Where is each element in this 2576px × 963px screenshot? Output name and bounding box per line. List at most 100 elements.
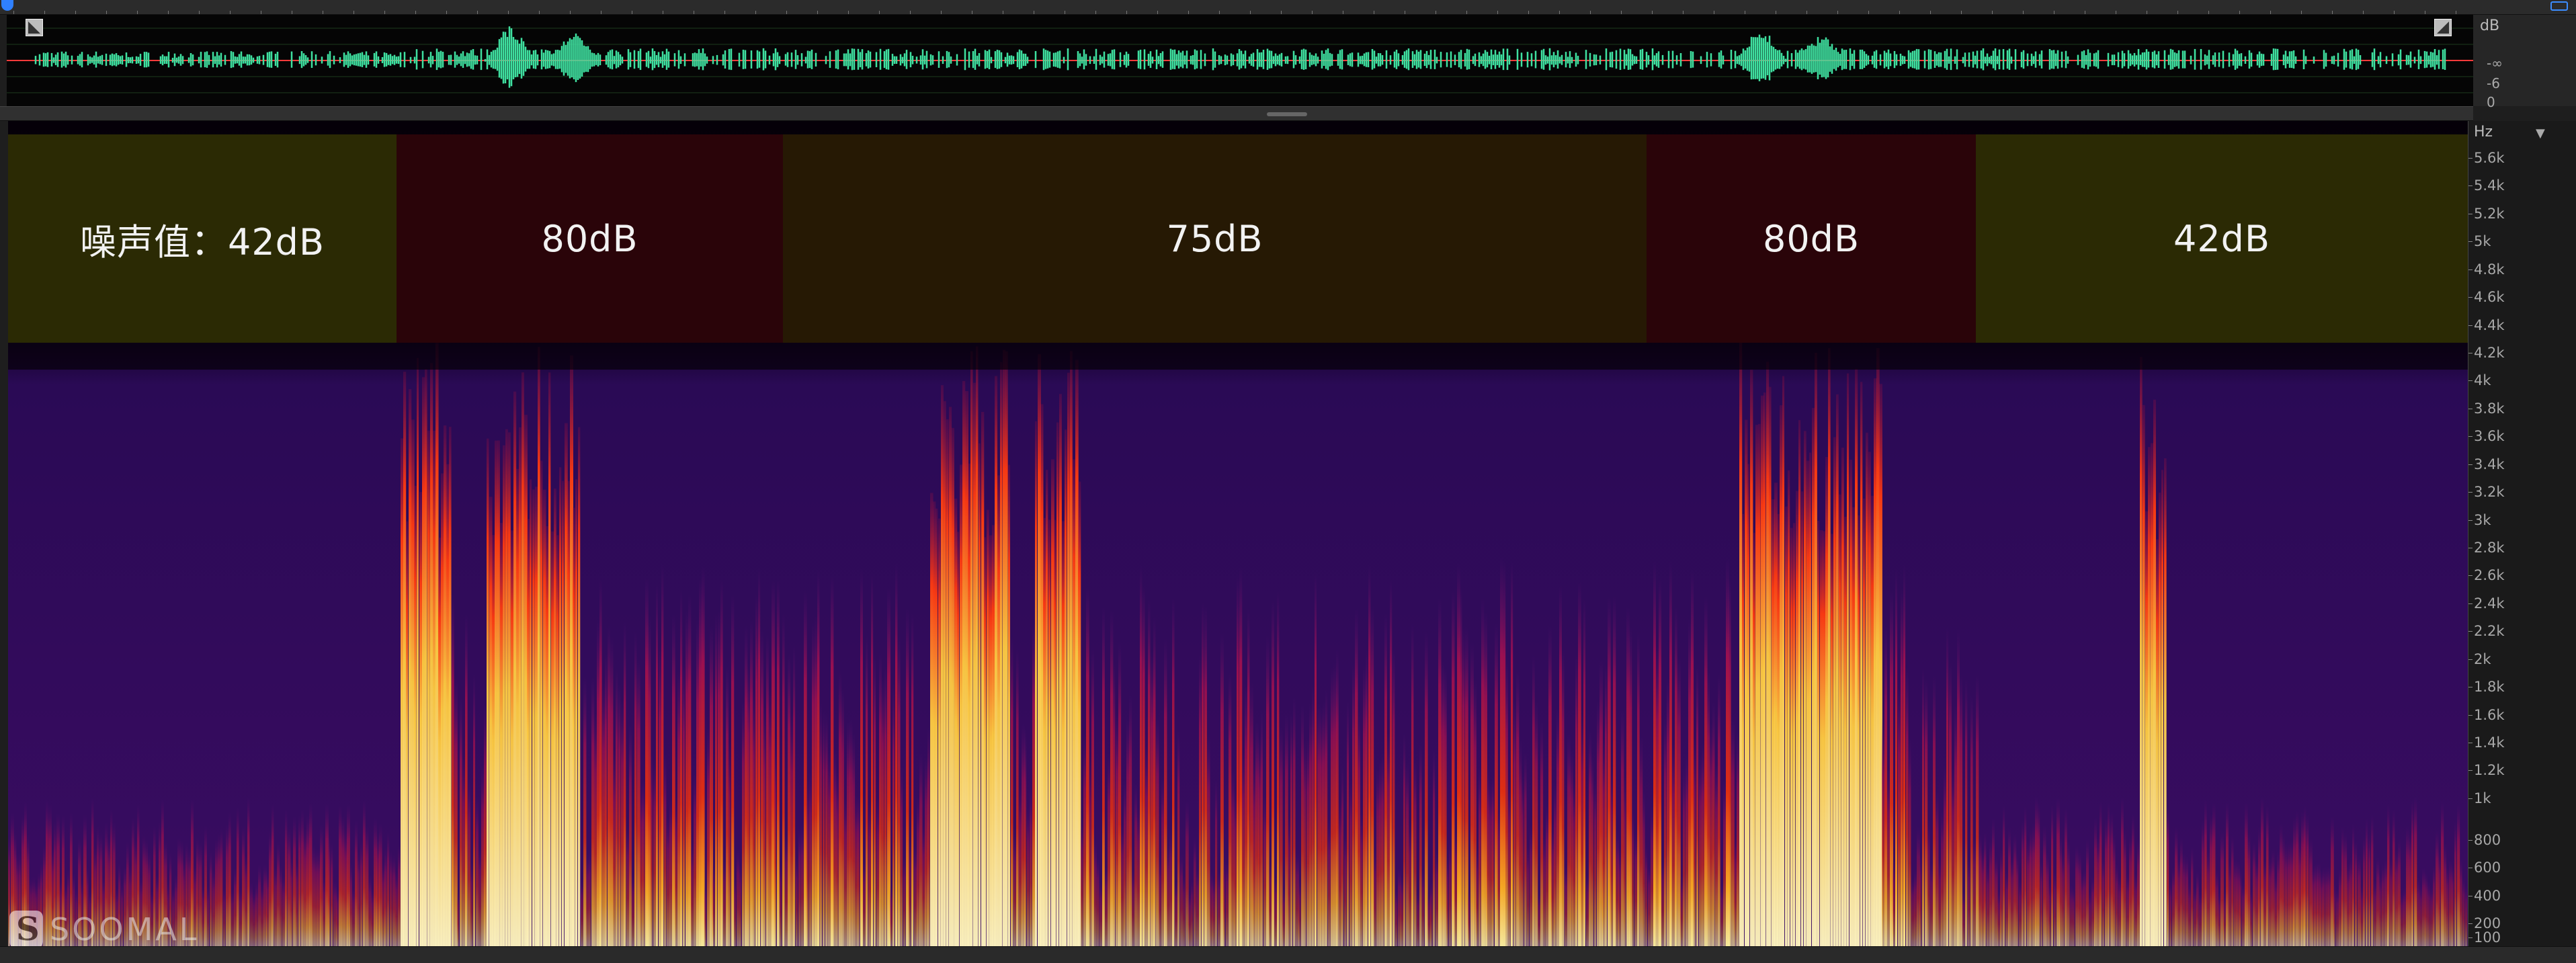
spectrogram-column <box>1288 814 1290 946</box>
spectrogram-column <box>809 771 812 946</box>
hz-tick-label: 1.8k <box>2468 679 2505 695</box>
spectrogram-column <box>476 795 479 946</box>
spectrogram-column <box>1040 404 1044 946</box>
spectrogram-column <box>742 700 745 946</box>
spectrogram-column <box>1312 685 1315 946</box>
spectrogram-column <box>1850 460 1853 946</box>
playhead-marker-icon[interactable] <box>1 0 13 11</box>
spectrogram-column <box>2008 827 2011 946</box>
chevron-down-icon[interactable]: ▼ <box>2536 126 2545 140</box>
spectrogram-column <box>1449 841 1452 946</box>
spectrogram-column <box>1570 750 1573 946</box>
spectrogram-column <box>634 631 637 946</box>
spectrogram-column <box>1016 648 1019 946</box>
spectrogram-column <box>1565 866 1567 946</box>
spectrogram-column <box>2344 833 2348 946</box>
spectrogram-column <box>1317 703 1321 946</box>
spectrogram-column <box>2374 880 2377 946</box>
spectrogram-column <box>1035 421 1038 946</box>
spectrogram-column <box>1503 560 1506 946</box>
spectrogram-column <box>1957 630 1960 946</box>
spectrogram-column <box>1594 780 1597 946</box>
spectrogram-column <box>1903 564 1906 946</box>
spectrogram-column <box>462 755 466 946</box>
spectrogram-column <box>1712 702 1715 946</box>
spectrogram-column <box>581 878 584 946</box>
spectrogram-column <box>1081 817 1083 946</box>
spectrogram-column <box>1927 819 1930 946</box>
ruler-tick <box>879 11 880 14</box>
spectrogram-column <box>1538 892 1541 946</box>
spectrogram-column <box>2207 849 2210 946</box>
spectrogram-column <box>575 479 578 946</box>
spectrogram-column <box>1710 722 1713 946</box>
spectrogram-view[interactable]: 噪声值：42dB 80dB 75dB 80dB 42dB <box>8 121 2468 946</box>
spectrogram-column <box>930 493 933 946</box>
spectrogram-column <box>2070 885 2073 946</box>
spectrogram-column <box>785 835 788 946</box>
time-ruler[interactable] <box>0 0 2576 15</box>
spectrogram-column <box>2350 855 2353 946</box>
ruler-tick <box>1312 11 1313 14</box>
spectrogram-column <box>519 427 522 946</box>
hz-tick-label: 4.8k <box>2468 261 2505 278</box>
spectrogram-column <box>2054 872 2056 946</box>
spectrogram-column <box>207 886 210 946</box>
spectrogram-column <box>1661 859 1665 946</box>
spectrogram-column <box>1280 726 1283 946</box>
spectrogram-column <box>2151 443 2154 946</box>
spectrogram-column <box>296 859 298 946</box>
ruler-tick <box>1837 11 1838 14</box>
spectrogram-column <box>968 463 971 946</box>
spectrogram-column <box>938 518 941 946</box>
spectrogram-column <box>1390 578 1393 946</box>
spectrogram-column <box>406 521 409 946</box>
spectrogram-column <box>1263 796 1267 946</box>
spectrogram-column <box>1753 532 1755 946</box>
spectrogram-column <box>1124 779 1126 946</box>
spectrogram-column <box>1180 853 1183 946</box>
spectrogram-column <box>1468 888 1470 946</box>
spectrogram-column <box>1798 420 1801 946</box>
spectrogram-column <box>1315 571 1317 946</box>
ruler-tick <box>230 11 231 14</box>
hz-tick-label: 1.6k <box>2468 707 2505 723</box>
spectrogram-column <box>1962 892 1965 946</box>
spectrogram-column <box>1349 779 1352 946</box>
pane-divider[interactable] <box>0 106 2473 121</box>
spectrogram-column <box>210 851 212 946</box>
spectrogram-column <box>997 475 1001 946</box>
ruler-tick <box>848 11 849 14</box>
horizontal-scrollbar[interactable] <box>0 946 2576 963</box>
spectrogram-column <box>212 870 216 946</box>
spectrogram-column <box>1229 673 1232 946</box>
spectrogram-column <box>2341 827 2344 946</box>
spectrogram-column <box>1452 589 1455 946</box>
view-toggle-icon[interactable] <box>2550 1 2568 11</box>
spectrogram-column <box>2019 880 2022 946</box>
spectrogram-column <box>1898 687 1901 946</box>
spectrogram-column <box>2223 892 2227 946</box>
spectrogram-column <box>1497 803 1501 946</box>
divider-grip-handle[interactable] <box>1267 112 1307 116</box>
waveform-overview[interactable] <box>7 15 2473 106</box>
spectrogram-column <box>2048 880 2051 946</box>
spectrogram-column <box>2272 849 2275 946</box>
spectrogram-column <box>2134 873 2138 946</box>
spectrogram-column <box>2188 882 2191 946</box>
zoom-corner-icon[interactable] <box>26 19 43 36</box>
spectrogram-column <box>2403 888 2407 946</box>
spectrogram-column <box>2073 887 2075 946</box>
spectrogram-column <box>2016 853 2019 946</box>
spectrogram-column <box>1769 386 1772 946</box>
ruler-tick <box>1559 11 1560 14</box>
spectrogram-column <box>1121 824 1124 946</box>
spectrogram-column <box>1734 837 1737 946</box>
spectrogram-column <box>1355 608 1358 946</box>
hz-unit-label: Hz <box>2474 124 2493 140</box>
spectrogram-column <box>984 537 987 946</box>
zoom-corner-icon[interactable] <box>2434 19 2452 36</box>
spectrogram-column <box>1965 679 1968 946</box>
spectrogram-column <box>1519 740 1522 946</box>
spectrogram-column <box>1720 884 1724 946</box>
